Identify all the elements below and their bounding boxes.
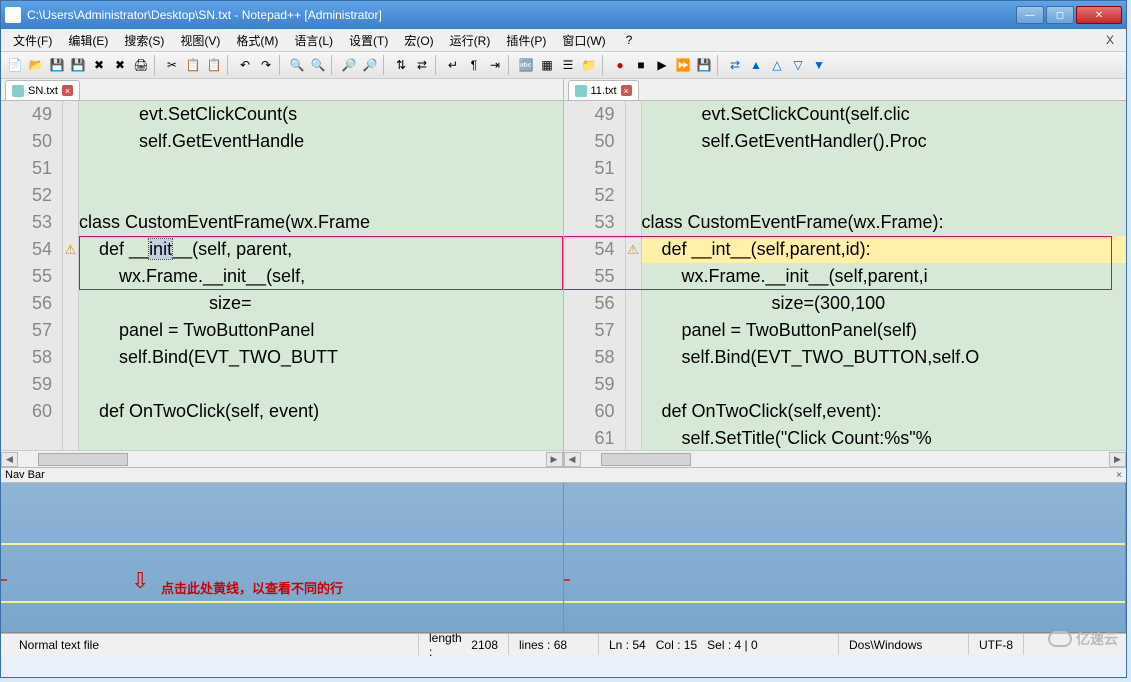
lang-icon[interactable]: 🔤 bbox=[516, 55, 536, 75]
status-filetype: Normal text file bbox=[9, 634, 419, 655]
split-editor: SN.txt × 495051525354555657585960 ⚠ evt.… bbox=[1, 79, 1126, 467]
indent-guide-icon[interactable]: ⇥ bbox=[485, 55, 505, 75]
zoom-in-icon[interactable]: 🔎 bbox=[339, 55, 359, 75]
play-multi-icon[interactable]: ⏩ bbox=[673, 55, 693, 75]
menu-macro[interactable]: 宏(O) bbox=[396, 30, 441, 51]
status-charset: UTF-8 bbox=[969, 634, 1024, 655]
stop-macro-icon[interactable]: ■ bbox=[631, 55, 651, 75]
statusbar: Normal text file length : 2108 lines : 6… bbox=[1, 633, 1126, 655]
save-macro-icon[interactable]: 💾 bbox=[694, 55, 714, 75]
file-icon bbox=[575, 85, 587, 97]
navbar-hint: 点击此处黄线，以查看不同的行 bbox=[161, 578, 343, 597]
wordwrap-icon[interactable]: ↵ bbox=[443, 55, 463, 75]
new-file-icon[interactable]: 📄 bbox=[5, 55, 25, 75]
navbar-header: Nav Bar × bbox=[1, 467, 1126, 483]
navbar-title: Nav Bar bbox=[5, 469, 45, 481]
scroll-left-icon[interactable]: ◀ bbox=[1, 452, 18, 467]
right-tab[interactable]: 11.txt × bbox=[568, 80, 639, 100]
left-hscrollbar[interactable]: ◀ ▶ bbox=[1, 450, 563, 467]
tab-close-icon[interactable]: × bbox=[621, 85, 632, 96]
left-tab[interactable]: SN.txt × bbox=[5, 80, 80, 100]
menu-run[interactable]: 运行(R) bbox=[442, 30, 499, 51]
sync-h-icon[interactable]: ⇄ bbox=[412, 55, 432, 75]
cloud-icon bbox=[1048, 631, 1072, 647]
menu-help[interactable]: ? bbox=[618, 31, 641, 49]
close-all-icon[interactable]: ✖ bbox=[110, 55, 130, 75]
menu-file[interactable]: 文件(F) bbox=[5, 30, 60, 51]
save-all-icon[interactable]: 💾 bbox=[68, 55, 88, 75]
left-editor[interactable]: 495051525354555657585960 ⚠ evt.SetClickC… bbox=[1, 101, 563, 450]
status-length: length : 2108 bbox=[419, 634, 509, 655]
right-editor[interactable]: 49505152535455565758596061 ⚠ evt.SetClic… bbox=[564, 101, 1127, 450]
close-button[interactable]: ✕ bbox=[1076, 6, 1122, 24]
nav-first-icon[interactable]: ▲ bbox=[746, 55, 766, 75]
status-encoding: Dos\Windows bbox=[839, 634, 969, 655]
menu-format[interactable]: 格式(M) bbox=[228, 30, 286, 51]
tab-close-icon[interactable]: × bbox=[62, 85, 73, 96]
right-pane: 11.txt × 49505152535455565758596061 ⚠ ev… bbox=[564, 79, 1127, 467]
menu-window[interactable]: 窗口(W) bbox=[554, 30, 613, 51]
tab-label: 11.txt bbox=[591, 85, 617, 97]
nav-last-icon[interactable]: ▼ bbox=[809, 55, 829, 75]
left-tabbar: SN.txt × bbox=[1, 79, 563, 101]
replace-icon[interactable]: 🔍 bbox=[308, 55, 328, 75]
doc-map-icon[interactable]: ▦ bbox=[537, 55, 557, 75]
scroll-right-icon[interactable]: ▶ bbox=[546, 452, 563, 467]
save-icon[interactable]: 💾 bbox=[47, 55, 67, 75]
folder-workspace-icon[interactable]: 📁 bbox=[579, 55, 599, 75]
copy-icon[interactable]: 📋 bbox=[183, 55, 203, 75]
menu-edit[interactable]: 编辑(E) bbox=[60, 30, 116, 51]
paste-icon[interactable]: 📋 bbox=[204, 55, 224, 75]
allchars-icon[interactable]: ¶ bbox=[464, 55, 484, 75]
status-lines: lines : 68 bbox=[509, 634, 599, 655]
left-pane: SN.txt × 495051525354555657585960 ⚠ evt.… bbox=[1, 79, 564, 467]
menubar: 文件(F) 编辑(E) 搜索(S) 视图(V) 格式(M) 语言(L) 设置(T… bbox=[1, 29, 1126, 51]
scroll-thumb[interactable] bbox=[38, 453, 128, 466]
compare-icon[interactable]: ⇄ bbox=[725, 55, 745, 75]
menu-view[interactable]: 视图(V) bbox=[172, 30, 228, 51]
undo-icon[interactable]: ↶ bbox=[235, 55, 255, 75]
titlebar: C:\Users\Administrator\Desktop\SN.txt - … bbox=[1, 1, 1126, 29]
menu-settings[interactable]: 设置(T) bbox=[341, 30, 396, 51]
scroll-right-icon[interactable]: ▶ bbox=[1109, 452, 1126, 467]
redo-icon[interactable]: ↷ bbox=[256, 55, 276, 75]
record-macro-icon[interactable]: ● bbox=[610, 55, 630, 75]
tab-label: SN.txt bbox=[28, 85, 58, 97]
zoom-out-icon[interactable]: 🔎 bbox=[360, 55, 380, 75]
scroll-thumb[interactable] bbox=[601, 453, 691, 466]
file-icon bbox=[12, 85, 24, 97]
maximize-button[interactable]: ◻ bbox=[1046, 6, 1074, 24]
watermark: 亿速云 bbox=[1048, 629, 1118, 649]
cut-icon[interactable]: ✂ bbox=[162, 55, 182, 75]
app-icon bbox=[5, 7, 21, 23]
scroll-left-icon[interactable]: ◀ bbox=[564, 452, 581, 467]
menu-language[interactable]: 语言(L) bbox=[286, 30, 341, 51]
play-macro-icon[interactable]: ▶ bbox=[652, 55, 672, 75]
status-position: Ln : 54 Col : 15 Sel : 4 | 0 bbox=[599, 634, 839, 655]
open-file-icon[interactable]: 📂 bbox=[26, 55, 46, 75]
navbar-panel[interactable]: ⇩ 点击此处黄线，以查看不同的行 bbox=[1, 483, 1126, 633]
arrow-down-icon: ⇩ bbox=[131, 568, 149, 594]
navbar-close-icon[interactable]: × bbox=[1116, 470, 1122, 481]
close-file-icon[interactable]: ✖ bbox=[89, 55, 109, 75]
menu-search[interactable]: 搜索(S) bbox=[116, 30, 172, 51]
toolbar: 📄 📂 💾 💾 ✖ ✖ 🖨 ✂ 📋 📋 ↶ ↷ 🔍 🔍 🔎 🔎 ⇅ ⇄ ↵ ¶ … bbox=[1, 51, 1126, 79]
nav-prev-icon[interactable]: △ bbox=[767, 55, 787, 75]
print-icon[interactable]: 🖨 bbox=[131, 55, 151, 75]
menu-plugins[interactable]: 插件(P) bbox=[498, 30, 554, 51]
right-hscrollbar[interactable]: ◀ ▶ bbox=[564, 450, 1127, 467]
menu-mdi-close[interactable]: X bbox=[1098, 33, 1122, 47]
window-title: C:\Users\Administrator\Desktop\SN.txt - … bbox=[27, 8, 1014, 22]
right-tabbar: 11.txt × bbox=[564, 79, 1127, 101]
minimize-button[interactable]: — bbox=[1016, 6, 1044, 24]
sync-v-icon[interactable]: ⇅ bbox=[391, 55, 411, 75]
find-icon[interactable]: 🔍 bbox=[287, 55, 307, 75]
nav-next-icon[interactable]: ▽ bbox=[788, 55, 808, 75]
func-list-icon[interactable]: ☰ bbox=[558, 55, 578, 75]
